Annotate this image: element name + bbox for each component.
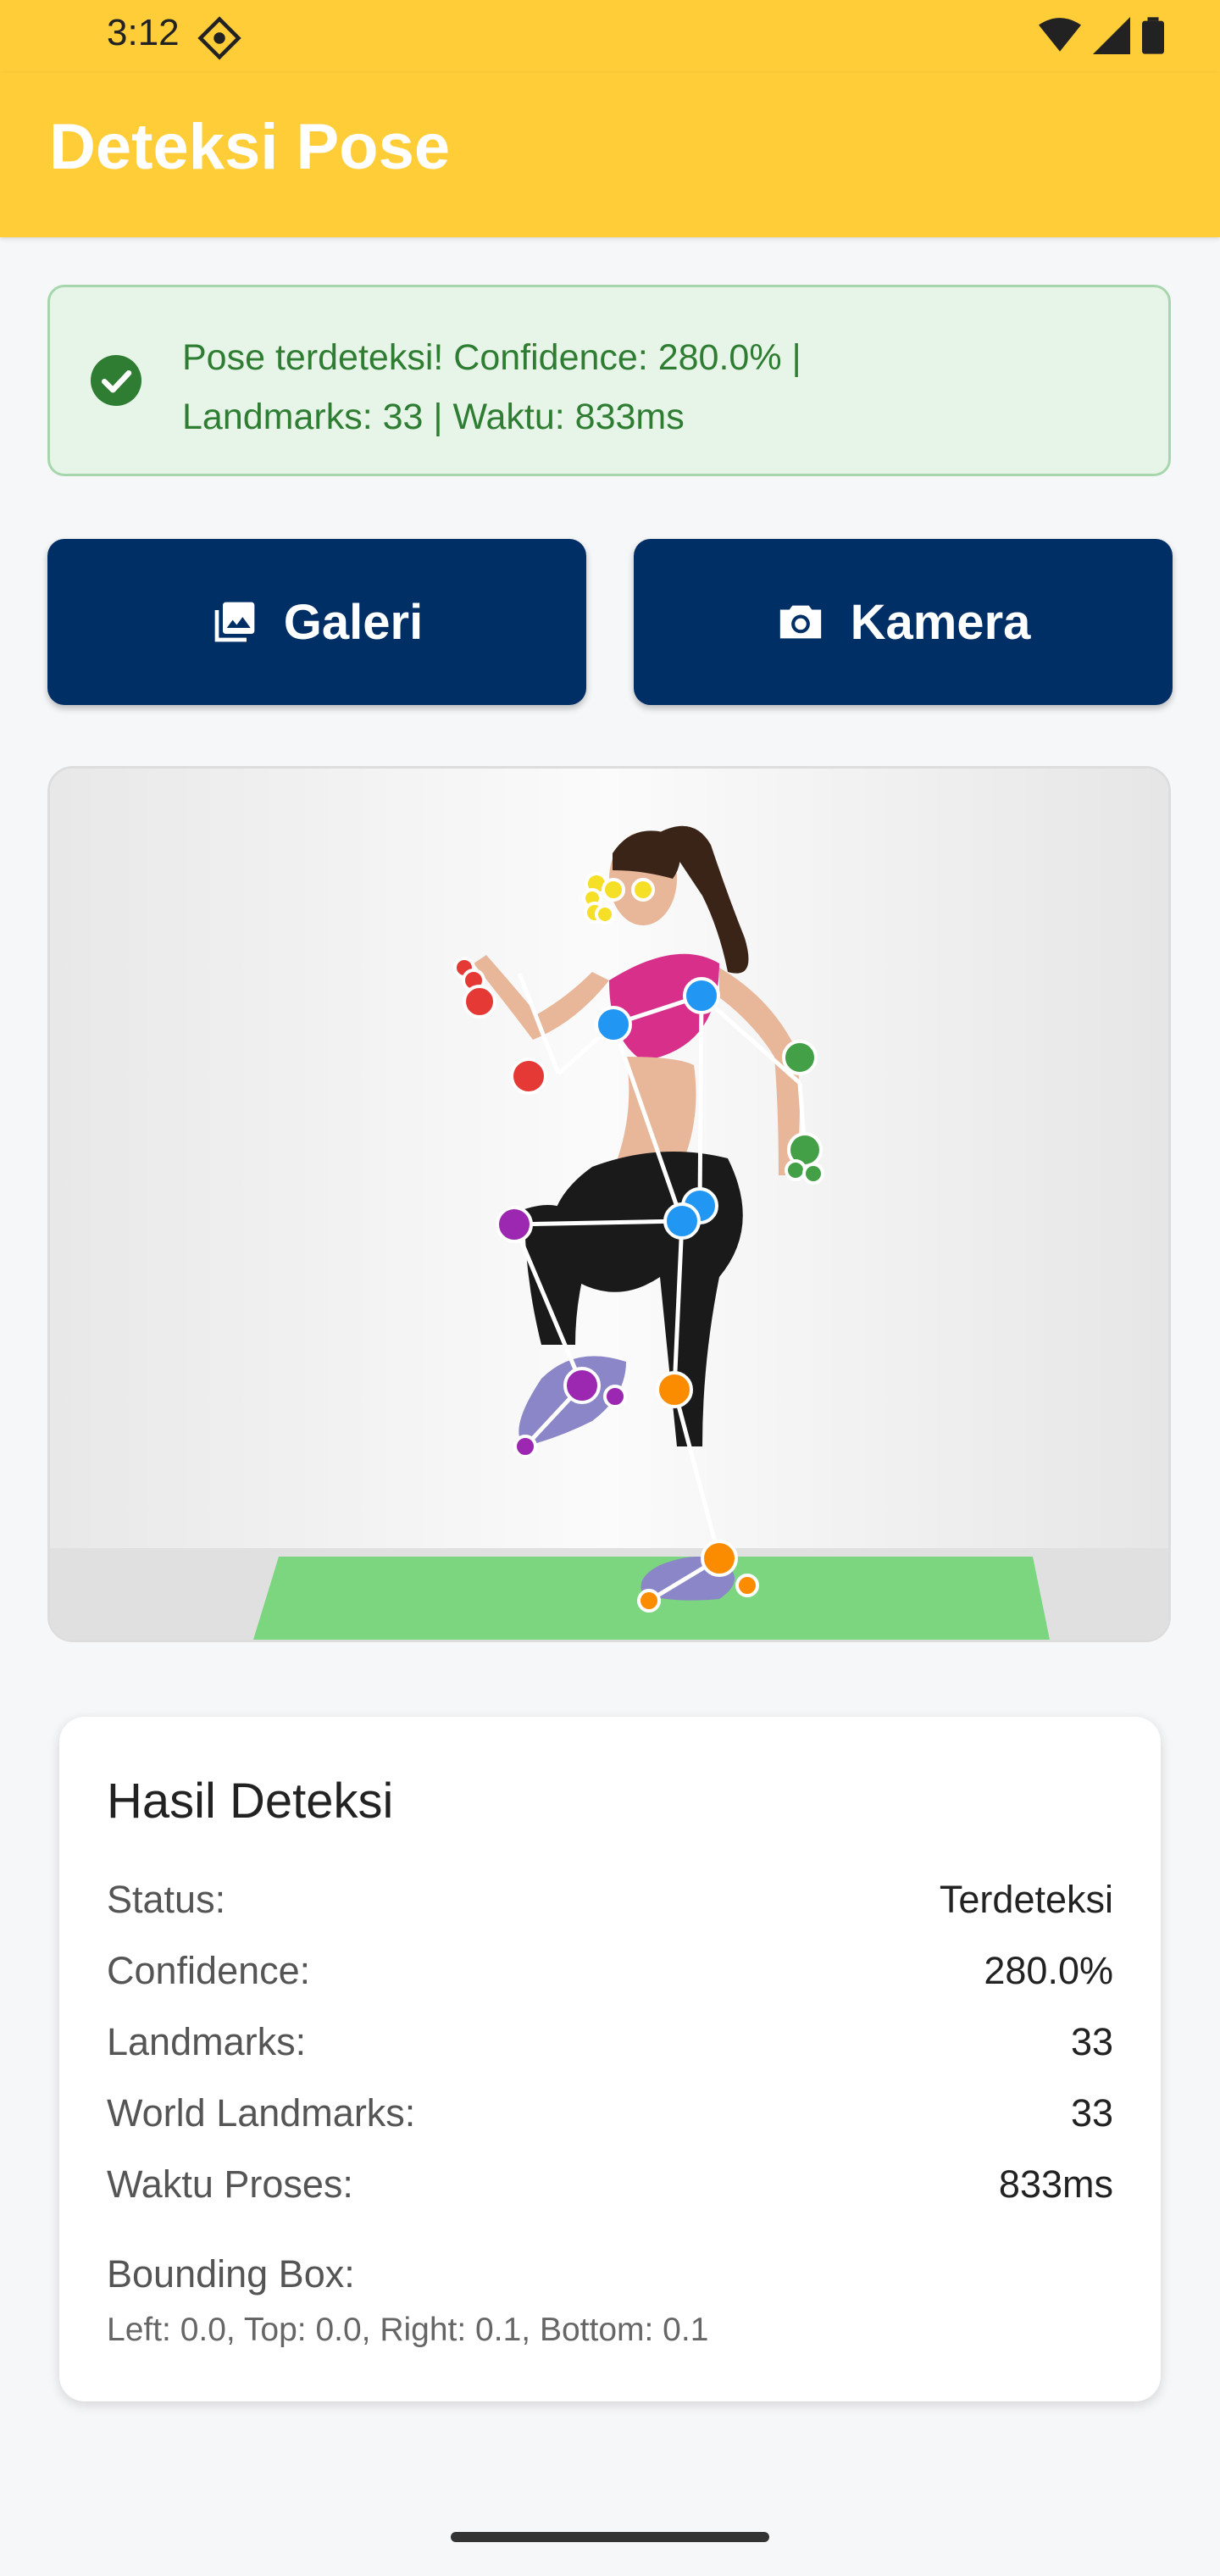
gallery-button[interactable]: Galeri xyxy=(47,539,586,705)
pose-image-card xyxy=(47,766,1171,1642)
result-value: 33 xyxy=(1070,2020,1113,2063)
result-label: Waktu Proses: xyxy=(107,2162,353,2206)
landmark-point xyxy=(595,904,615,924)
status-icons xyxy=(1039,17,1164,54)
result-label: Status: xyxy=(107,1878,226,1921)
landmark-point xyxy=(663,1202,701,1240)
location-diamond-icon xyxy=(197,16,241,60)
status-bar: 3:12 xyxy=(0,0,1220,73)
landmark-point xyxy=(656,1371,693,1408)
success-banner: Pose terdeteksi! Confidence: 280.0% | La… xyxy=(47,285,1171,476)
landmark-point xyxy=(563,1367,601,1404)
landmark-point xyxy=(496,1206,533,1243)
result-value: 833ms xyxy=(998,2162,1113,2206)
result-label: World Landmarks: xyxy=(107,2091,416,2135)
result-label: Confidence: xyxy=(107,1949,311,1992)
wifi-icon xyxy=(1039,18,1081,52)
success-line-1: Pose terdeteksi! Confidence: 280.0% | xyxy=(182,337,801,378)
gallery-button-label: Galeri xyxy=(283,594,424,650)
signal-icon xyxy=(1093,17,1130,54)
result-row-status: Status: Terdeteksi xyxy=(107,1878,1113,1929)
camera-button-label: Kamera xyxy=(850,594,1031,650)
landmark-point xyxy=(513,1435,537,1458)
landmark-point xyxy=(602,878,625,902)
success-line-2: Landmarks: 33 | Waktu: 833ms xyxy=(182,397,685,437)
landmark-point xyxy=(785,1159,807,1181)
landmark-point xyxy=(735,1574,759,1597)
result-row-landmarks: Landmarks: 33 xyxy=(107,2020,1113,2071)
results-card: Hasil Deteksi Status: Terdeteksi Confide… xyxy=(59,1717,1161,2401)
photo-library-icon xyxy=(214,602,255,642)
home-indicator[interactable] xyxy=(451,2532,769,2542)
landmark-point xyxy=(701,1540,738,1577)
pose-image xyxy=(50,769,1168,1640)
result-row-processing-time: Waktu Proses: 833ms xyxy=(107,2162,1113,2213)
status-time: 3:12 xyxy=(107,12,180,53)
check-circle-icon xyxy=(91,355,141,406)
landmark-point xyxy=(683,977,720,1014)
bounding-box-value: Left: 0.0, Top: 0.0, Right: 0.1, Bottom:… xyxy=(107,2312,709,2348)
results-title: Hasil Deteksi xyxy=(107,1774,394,1829)
result-row-confidence: Confidence: 280.0% xyxy=(107,1949,1113,2000)
result-value: 280.0% xyxy=(984,1949,1113,1992)
landmark-point xyxy=(595,1006,632,1043)
camera-button[interactable]: Kamera xyxy=(634,539,1173,705)
result-value: 33 xyxy=(1070,2091,1113,2135)
camera-icon xyxy=(779,605,821,639)
landmark-point xyxy=(631,878,655,902)
battery-icon xyxy=(1142,17,1164,54)
result-value: Terdeteksi xyxy=(939,1878,1113,1921)
landmark-point xyxy=(463,985,496,1019)
result-row-world-landmarks: World Landmarks: 33 xyxy=(107,2091,1113,2142)
result-label: Landmarks: xyxy=(107,2020,307,2063)
success-message: Pose terdeteksi! Confidence: 280.0% | La… xyxy=(182,328,1114,447)
landmark-point xyxy=(510,1058,547,1095)
landmark-point xyxy=(802,1163,824,1185)
landmark-point xyxy=(603,1385,627,1408)
app-bar: Deteksi Pose xyxy=(0,73,1220,237)
landmark-point xyxy=(782,1040,818,1075)
bounding-box-label: Bounding Box: xyxy=(107,2252,355,2296)
landmark-point xyxy=(637,1589,661,1613)
page-title: Deteksi Pose xyxy=(49,111,451,183)
